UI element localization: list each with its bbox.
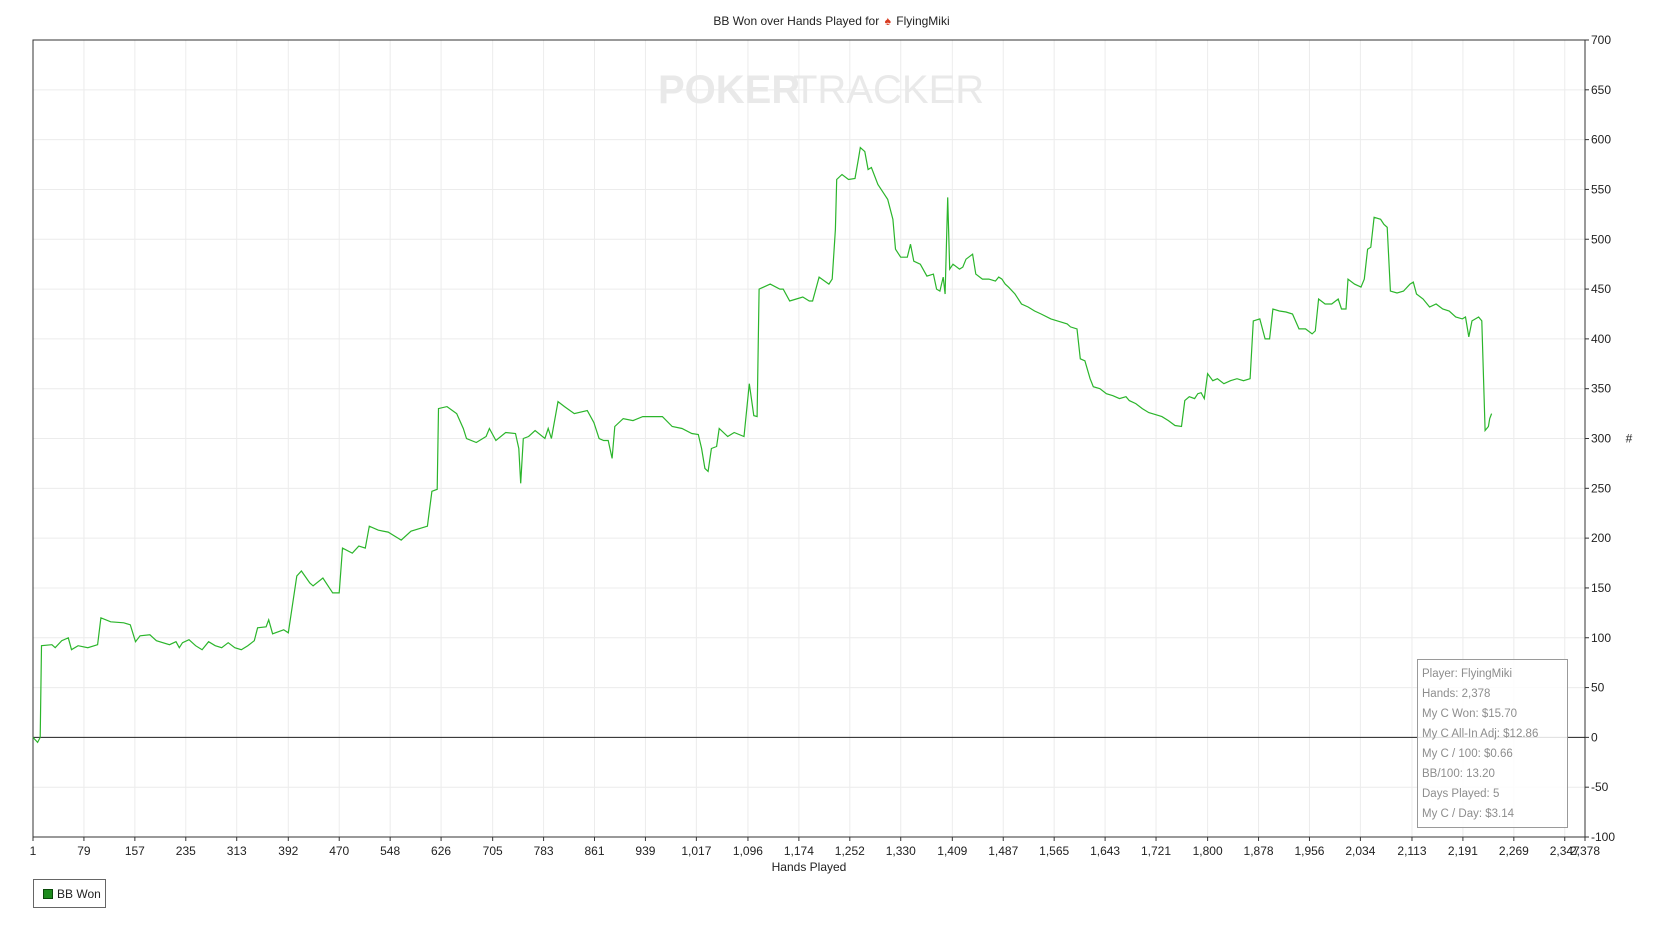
- y-tick-label: 400: [1591, 332, 1611, 346]
- x-tick-label: 157: [125, 844, 145, 858]
- x-tick-label: 1,017: [681, 844, 711, 858]
- y-tick-label: 500: [1591, 232, 1611, 246]
- y-axis-ticks: 7006506005505004504003503002502001501005…: [1585, 33, 1615, 844]
- x-tick-label: 313: [227, 844, 247, 858]
- x-tick-label: 548: [380, 844, 400, 858]
- bb-won-series-line: [32, 146, 1493, 744]
- x-tick-label: 1,174: [784, 844, 814, 858]
- x-tick-label: 1,096: [733, 844, 763, 858]
- x-axis-ticks: 1 79 157 235 313 392 470 548 626 705 783 861 939 1,01…: [30, 837, 1600, 858]
- x-tick-label: 705: [483, 844, 503, 858]
- x-tick-label: 1,800: [1193, 844, 1223, 858]
- x-tick-label: 2,191: [1448, 844, 1478, 858]
- x-tick-label: 1,643: [1090, 844, 1120, 858]
- x-tick-label: 1,487: [988, 844, 1018, 858]
- y-axis-label: #: [1626, 432, 1633, 446]
- stat-my-c-per-day: My C / Day: $3.14: [1422, 808, 1515, 820]
- y-tick-label: 650: [1591, 83, 1611, 97]
- x-tick-label: 392: [278, 844, 298, 858]
- stat-days-played: Days Played: 5: [1422, 788, 1500, 800]
- y-tick-label: 100: [1591, 631, 1611, 645]
- x-tick-label: 783: [534, 844, 554, 858]
- spade-icon: ♠: [884, 14, 891, 28]
- stat-bb-per-100: BB/100: 13.20: [1422, 768, 1495, 780]
- x-tick-label: 1: [30, 844, 37, 858]
- stat-player: Player: FlyingMiki: [1422, 668, 1513, 680]
- x-tick-label: 626: [431, 844, 451, 858]
- watermark-left-text: POKER: [658, 68, 800, 112]
- y-tick-label: 250: [1591, 481, 1611, 495]
- y-tick-label: 600: [1591, 133, 1611, 147]
- x-tick-label: 2,269: [1499, 844, 1529, 858]
- stat-my-c-won: My C Won: $15.70: [1422, 708, 1518, 720]
- y-tick-label: 550: [1591, 182, 1611, 196]
- y-tick-label: 200: [1591, 531, 1611, 545]
- grid-lines: [32, 39, 1586, 838]
- chart-title-player: FlyingMiki: [896, 14, 950, 28]
- x-tick-label: 1,721: [1141, 844, 1171, 858]
- stat-hands: Hands: 2,378: [1422, 688, 1491, 700]
- x-tick-label: 470: [329, 844, 349, 858]
- stat-all-in-adj: My C All-In Adj: $12.86: [1422, 728, 1539, 740]
- x-tick-label: 2,034: [1345, 844, 1375, 858]
- y-tick-label: 150: [1591, 581, 1611, 595]
- x-tick-label: 1,565: [1039, 844, 1069, 858]
- x-tick-label: 1,330: [886, 844, 916, 858]
- x-tick-label: 2,378: [1570, 844, 1600, 858]
- x-tick-label: 235: [176, 844, 196, 858]
- x-axis-label: Hands Played: [772, 860, 847, 874]
- pokertracker-watermark: POKER TRACKER: [658, 68, 984, 112]
- watermark-right-text: TRACKER: [793, 68, 984, 112]
- y-tick-label: 450: [1591, 282, 1611, 296]
- player-stats-box: Player: FlyingMiki Hands: 2,378 My C Won…: [1417, 659, 1568, 828]
- y-tick-label: 0: [1591, 730, 1598, 744]
- y-tick-label: 300: [1591, 432, 1611, 446]
- y-tick-label: 350: [1591, 382, 1611, 396]
- chart-title-prefix: BB Won over Hands Played for: [713, 14, 880, 28]
- legend-label: BB Won: [57, 886, 101, 901]
- x-tick-label: 1,409: [937, 844, 967, 858]
- x-tick-label: 1,252: [835, 844, 865, 858]
- y-tick-label: -50: [1591, 780, 1609, 794]
- x-tick-label: 1,956: [1294, 844, 1324, 858]
- y-tick-label: 50: [1591, 681, 1605, 695]
- chart-legend: BB Won: [33, 879, 106, 908]
- stat-my-c-per-100: My C / 100: $0.66: [1422, 748, 1513, 760]
- x-tick-label: 939: [635, 844, 655, 858]
- y-tick-label: -100: [1591, 830, 1615, 844]
- x-tick-label: 2,113: [1397, 844, 1426, 858]
- x-tick-label: 79: [77, 844, 91, 858]
- green-square-icon: [43, 888, 53, 899]
- x-tick-label: 861: [584, 844, 604, 858]
- x-tick-label: 1,878: [1244, 844, 1274, 858]
- line-chart: POKER TRACKER 1 79 157 235 313 392 470 548 626 70…: [30, 33, 1633, 874]
- y-tick-label: 700: [1591, 33, 1611, 47]
- chart-title: BB Won over Hands Played for ♠ FlyingMik…: [0, 14, 1663, 28]
